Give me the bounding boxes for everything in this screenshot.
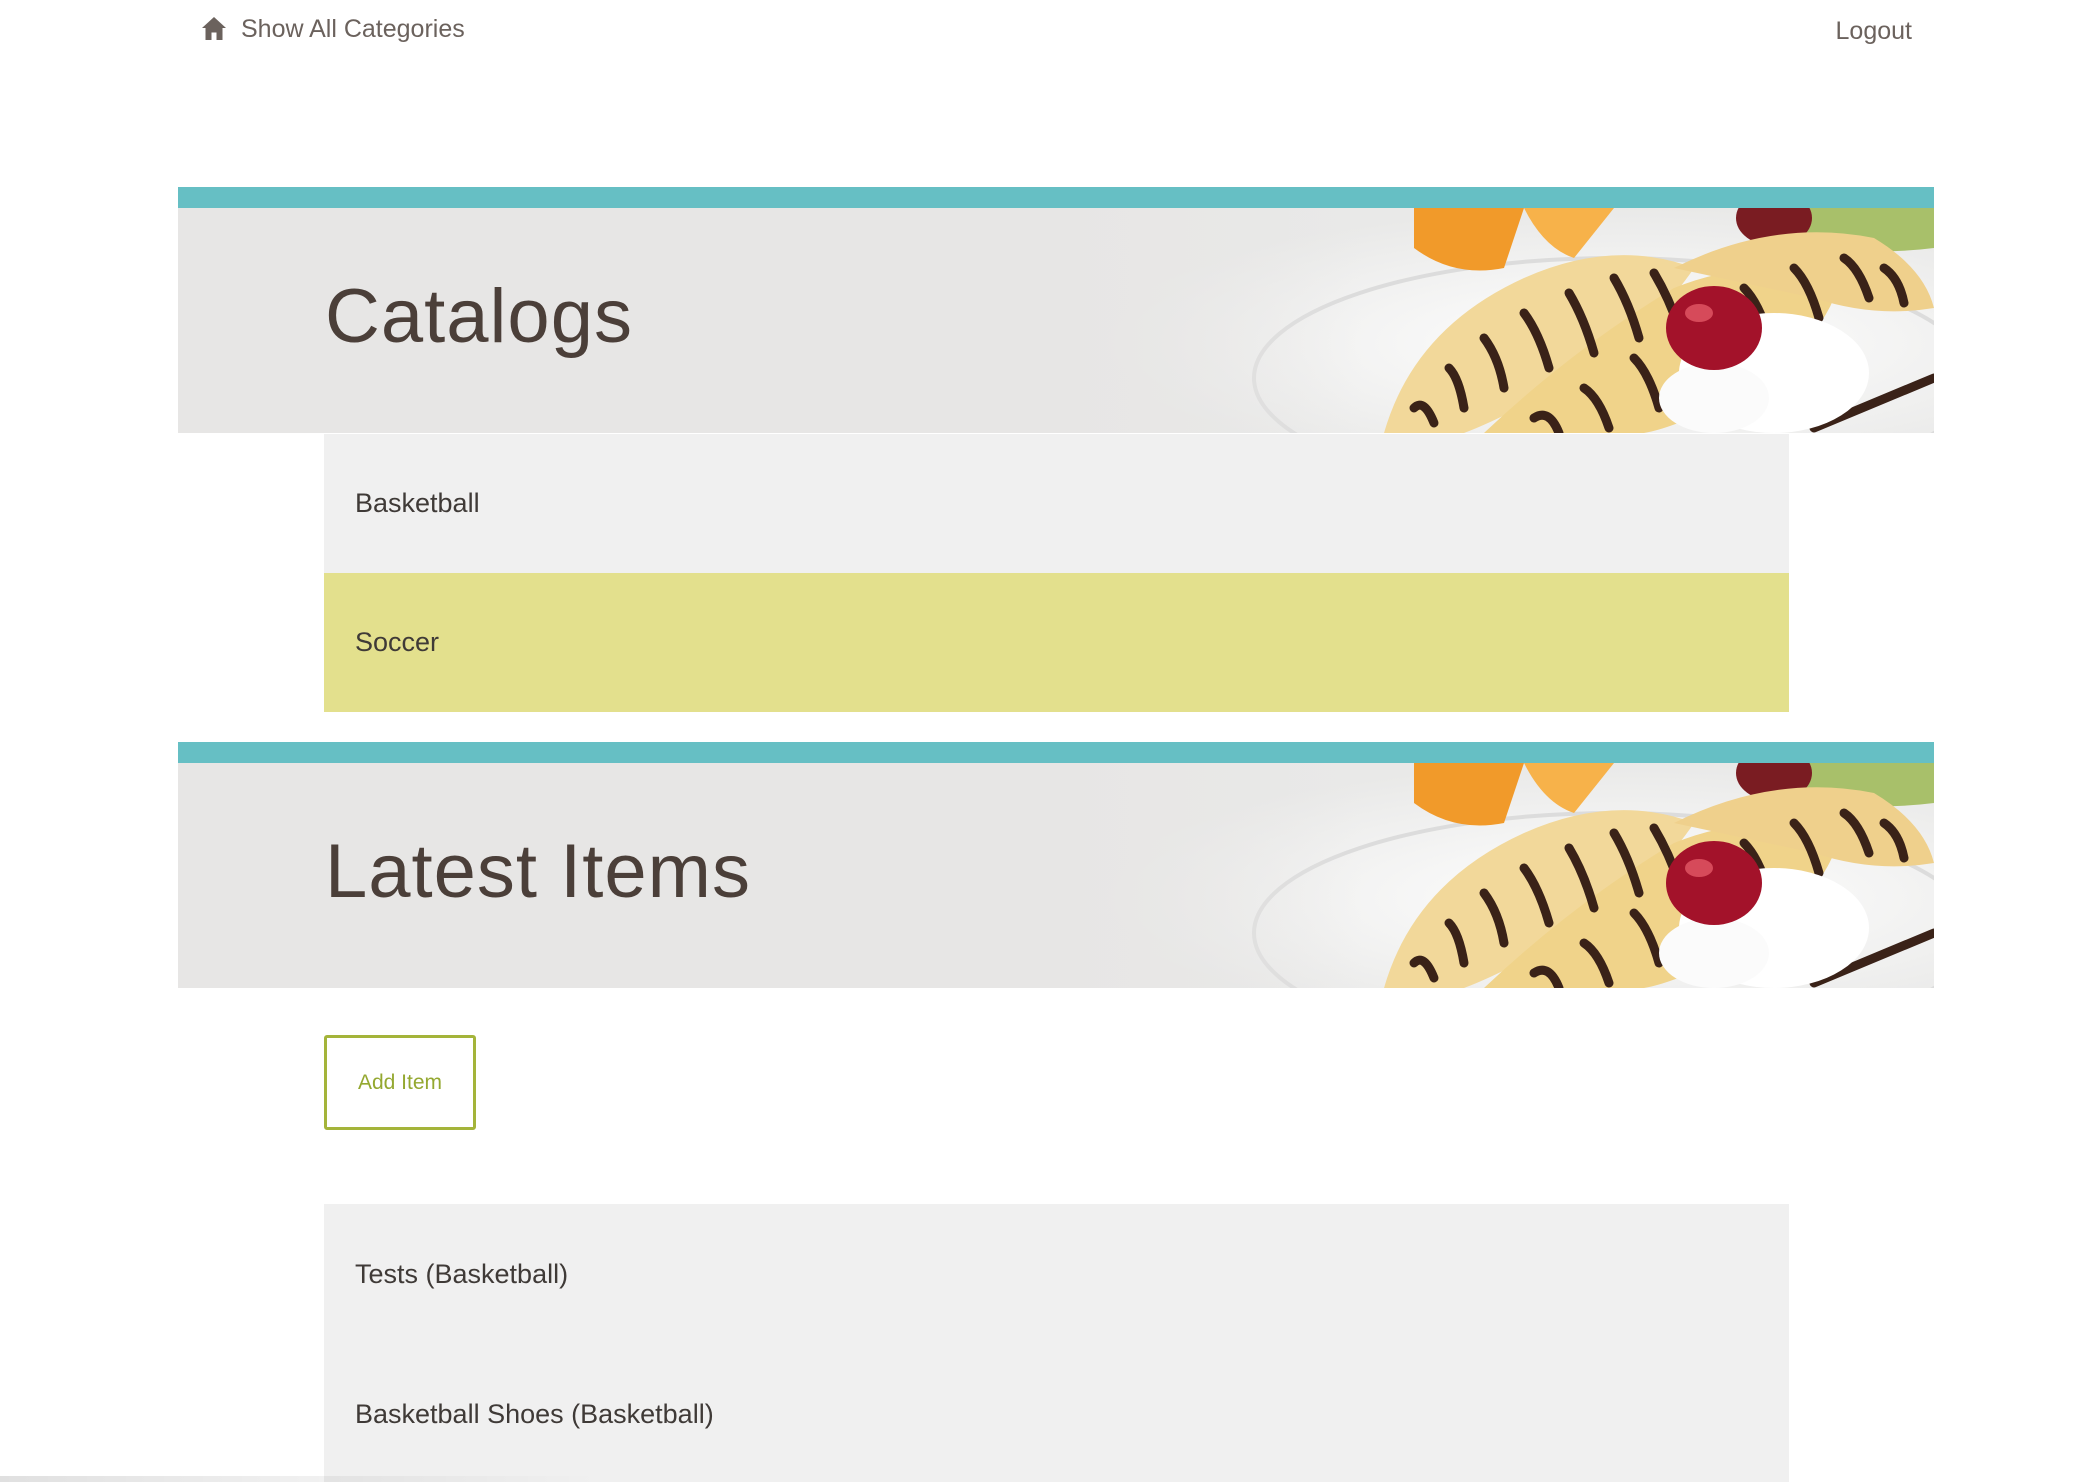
latest-items-list: Tests (Basketball) Basketball Shoes (Bas… bbox=[324, 1204, 1789, 1482]
page: Show All Categories Logout Catalogs Bask… bbox=[0, 0, 2090, 1482]
dessert-banner-image bbox=[1054, 763, 1934, 988]
banner-accent-bar bbox=[178, 187, 1934, 208]
list-item[interactable]: Tests (Basketball) bbox=[324, 1204, 1789, 1344]
catalog-item-basketball[interactable]: Basketball bbox=[324, 434, 1789, 573]
latest-items-heading: Latest Items bbox=[325, 829, 751, 914]
add-item-button[interactable]: Add Item bbox=[324, 1035, 476, 1130]
dessert-banner-image bbox=[1054, 208, 1934, 433]
catalogs-banner: Catalogs bbox=[178, 187, 1934, 433]
logout-link[interactable]: Logout bbox=[1836, 17, 1912, 46]
home-link-label: Show All Categories bbox=[241, 14, 465, 43]
list-item[interactable]: Basketball Shoes (Basketball) bbox=[324, 1344, 1789, 1482]
banner-accent-bar bbox=[178, 742, 1934, 763]
latest-items-banner: Latest Items bbox=[178, 742, 1934, 988]
home-icon bbox=[202, 17, 226, 40]
catalog-list: Basketball Soccer bbox=[324, 434, 1789, 712]
show-all-categories-link[interactable]: Show All Categories bbox=[199, 14, 465, 44]
top-nav: Show All Categories Logout bbox=[0, 0, 2090, 70]
bottom-shadow bbox=[0, 1476, 600, 1482]
catalog-item-soccer[interactable]: Soccer bbox=[324, 573, 1789, 712]
catalogs-heading: Catalogs bbox=[325, 274, 633, 359]
